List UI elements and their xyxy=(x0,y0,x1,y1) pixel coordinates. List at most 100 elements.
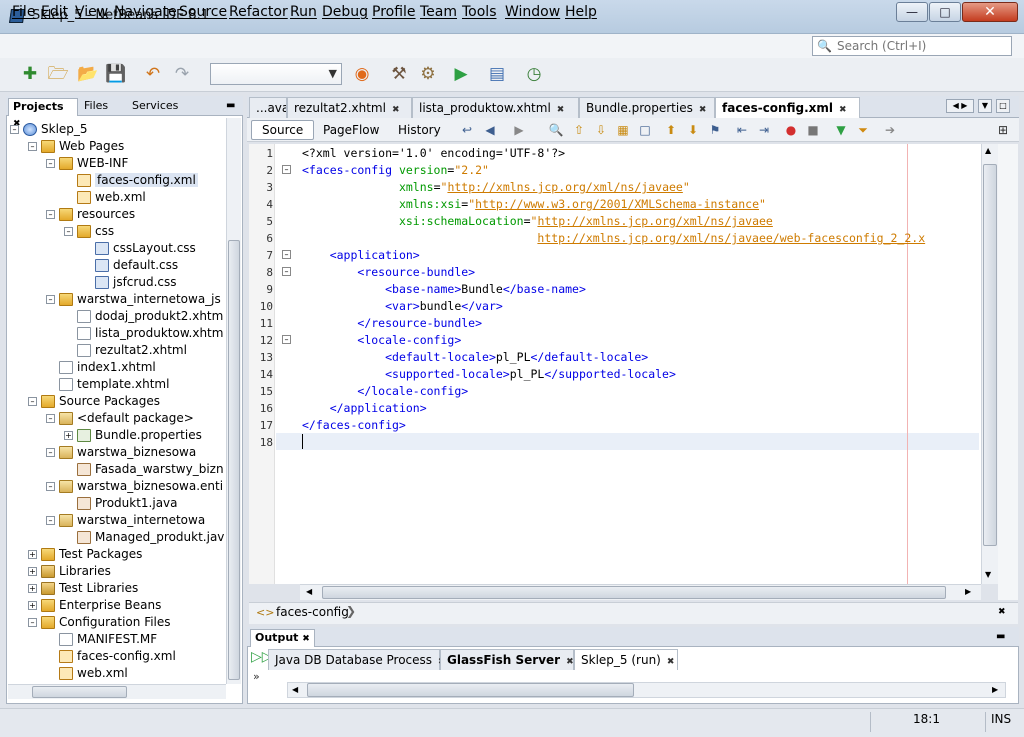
tree-item[interactable]: index1.xhtml xyxy=(10,359,224,376)
configuration-dropdown[interactable]: ▼ xyxy=(210,63,342,85)
code-line[interactable]: </resource-bundle> xyxy=(302,315,482,332)
tree-item[interactable]: dodaj_produkt2.xhtm xyxy=(10,308,224,325)
code-line[interactable]: <supported-locale>pl_PL</supported-local… xyxy=(302,366,676,383)
toggle-highlight-icon[interactable]: ▦ xyxy=(614,121,632,139)
previous-bookmark-icon[interactable]: ⬆ xyxy=(662,121,680,139)
menu-view[interactable]: View xyxy=(75,4,108,20)
close-icon[interactable]: ✖ xyxy=(699,105,707,115)
tab-sklep-run[interactable]: Sklep_5 (run) ✖ xyxy=(574,649,678,670)
tree-item[interactable]: – Source Packages xyxy=(10,393,224,410)
debug-icon[interactable]: ▤ xyxy=(485,62,509,86)
tree-item[interactable]: cssLayout.css xyxy=(10,240,224,257)
output-horizontal-scroll-thumb[interactable] xyxy=(307,683,634,697)
tree-item[interactable]: – warstwa_biznesowa.enti xyxy=(10,478,224,495)
tree-item[interactable]: + Test Packages xyxy=(10,546,224,563)
collapse-icon[interactable]: – xyxy=(28,142,37,151)
new-file-icon[interactable]: ✚ xyxy=(18,62,42,86)
check-xml-icon[interactable]: ▼ xyxy=(832,121,850,139)
code-line[interactable]: <locale-config> xyxy=(302,332,461,349)
collapse-icon[interactable]: – xyxy=(46,448,55,457)
tree-item[interactable]: – css xyxy=(10,223,224,240)
code-line[interactable]: <base-name>Bundle</base-name> xyxy=(302,281,586,298)
code-line[interactable]: </application> xyxy=(302,400,427,417)
fold-toggle-icon[interactable]: – xyxy=(282,165,291,174)
redo-icon[interactable]: ↷ xyxy=(170,62,194,86)
breadcrumb-item[interactable]: faces-config xyxy=(276,605,349,619)
tree-item[interactable]: faces-config.xml xyxy=(10,172,224,189)
new-project-icon[interactable]: 🗁 xyxy=(46,62,70,86)
collapse-icon[interactable]: – xyxy=(46,295,55,304)
code-line[interactable]: <var>bundle</var> xyxy=(302,298,503,315)
code-line[interactable]: xsi:schemaLocation="http://xmlns.jcp.org… xyxy=(302,213,773,230)
find-next-icon[interactable]: ⇩ xyxy=(592,121,610,139)
code-line[interactable]: <application> xyxy=(302,247,420,264)
code-line[interactable]: xmlns= "http://xmlns.jcp.org/xml/ns/javae… xyxy=(302,179,690,196)
tab-glassfish-server[interactable]: GlassFish Server ✖ xyxy=(440,649,574,670)
tree-item[interactable]: web.xml xyxy=(10,189,224,206)
code-line[interactable]: <faces-config version="2.2" xyxy=(302,162,489,179)
code-line[interactable]: <resource-bundle> xyxy=(302,264,475,281)
collapse-icon[interactable]: – xyxy=(46,210,55,219)
tree-item[interactable]: + Enterprise Beans xyxy=(10,597,224,614)
menu-source[interactable]: Source xyxy=(179,4,227,20)
rerun-options-icon[interactable]: » xyxy=(253,670,260,683)
split-editor-icon[interactable]: ⊞ xyxy=(994,121,1012,139)
tab-list-icon[interactable]: ▼ xyxy=(978,99,992,113)
code-line[interactable]: </locale-config> xyxy=(302,383,468,400)
collapse-icon[interactable]: – xyxy=(46,159,55,168)
maximize-button[interactable]: □ xyxy=(929,2,961,22)
menu-debug[interactable]: Debug xyxy=(322,4,368,20)
scroll-down-icon[interactable]: ▼ xyxy=(985,570,991,579)
collapse-icon[interactable]: – xyxy=(28,618,37,627)
tab-bundle-properties[interactable]: Bundle.properties ✖ xyxy=(579,97,715,118)
view-history-button[interactable]: History xyxy=(387,120,452,140)
tab-services[interactable]: Services xyxy=(128,98,192,116)
collapse-icon[interactable]: – xyxy=(28,397,37,406)
tree-item[interactable]: – Configuration Files xyxy=(10,614,224,631)
collapse-icon[interactable]: – xyxy=(46,482,55,491)
close-icon[interactable]: ✖ xyxy=(667,657,675,667)
expand-icon[interactable]: + xyxy=(28,550,37,559)
menu-team[interactable]: Team xyxy=(420,4,457,20)
expand-icon[interactable]: + xyxy=(28,584,37,593)
tree-item[interactable]: Managed_produkt.jav xyxy=(10,529,224,546)
view-pageflow-button[interactable]: PageFlow xyxy=(312,120,390,140)
collapse-icon[interactable]: – xyxy=(64,227,73,236)
menu-run[interactable]: Run xyxy=(290,4,317,20)
close-icon[interactable]: ✖ xyxy=(302,634,310,644)
tab-scroll-arrows[interactable]: ◀ ▶ xyxy=(946,99,974,113)
scroll-right-icon[interactable]: ▶ xyxy=(965,587,971,596)
run-icon[interactable]: ▶ xyxy=(449,62,473,86)
build-hammer-icon[interactable]: ⚒ xyxy=(387,62,411,86)
tree-item[interactable]: Produkt1.java xyxy=(10,495,224,512)
tab-rezultat2[interactable]: rezultat2.xhtml ✖ xyxy=(287,97,412,118)
tree-item[interactable]: + Libraries xyxy=(10,563,224,580)
tree-item[interactable]: MANIFEST.MF xyxy=(10,631,224,648)
scroll-up-icon[interactable]: ▲ xyxy=(985,146,991,155)
collapse-icon[interactable]: – xyxy=(46,414,55,423)
stop-macro-icon[interactable]: ■ xyxy=(804,121,822,139)
expand-icon[interactable]: + xyxy=(64,431,73,440)
code-line[interactable]: xmlns:xsi="http://www.w3.org/2001/XMLSch… xyxy=(302,196,766,213)
back-icon[interactable]: ◀ xyxy=(481,121,499,139)
menu-refactor[interactable]: Refactor xyxy=(229,4,288,20)
browser-icon[interactable]: ◉ xyxy=(350,62,374,86)
tree-item[interactable]: rezultat2.xhtml xyxy=(10,342,224,359)
tab-files[interactable]: Files xyxy=(80,98,126,116)
fold-toggle-icon[interactable]: – xyxy=(282,267,291,276)
menu-tools[interactable]: Tools xyxy=(462,4,497,20)
collapse-icon[interactable]: – xyxy=(10,125,19,134)
search-field[interactable]: 🔍 xyxy=(812,36,1012,56)
menu-help[interactable]: Help xyxy=(565,4,597,20)
xsl-transform-icon[interactable]: ➔ xyxy=(881,121,899,139)
editor-horizontal-scroll-thumb[interactable] xyxy=(322,586,946,599)
tree-item[interactable]: – warstwa_internetowa_js xyxy=(10,291,224,308)
tree-item[interactable]: + Bundle.properties xyxy=(10,427,224,444)
close-icon[interactable]: ✖ xyxy=(998,607,1006,617)
tab-projects[interactable]: Projects ✖ xyxy=(8,98,78,129)
close-icon[interactable]: ✖ xyxy=(566,657,574,667)
tree-item[interactable]: default.css xyxy=(10,257,224,274)
fold-toggle-icon[interactable]: – xyxy=(282,335,291,344)
shift-left-icon[interactable]: ⇤ xyxy=(733,121,751,139)
shift-right-icon[interactable]: ⇥ xyxy=(755,121,773,139)
